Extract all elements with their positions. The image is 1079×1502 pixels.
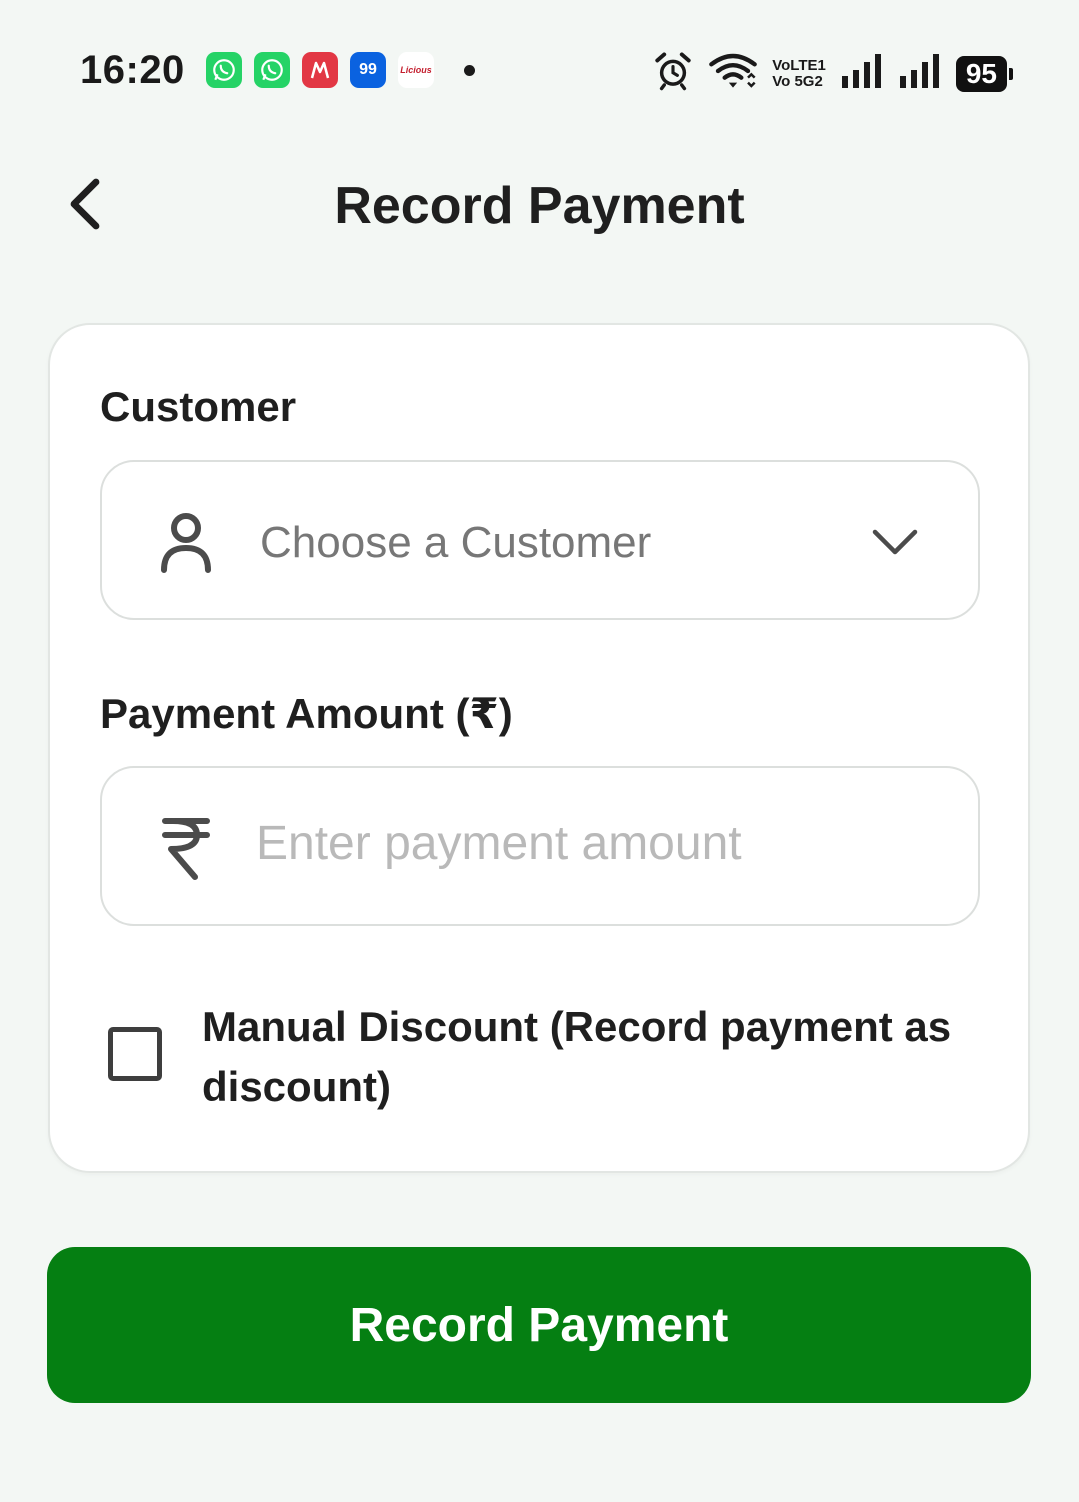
status-bar: 16:20 99 Licious VoLTE1 Vo 5G2 95	[0, 0, 1079, 140]
signal-sim2-icon	[898, 52, 942, 95]
wifi-icon	[708, 51, 758, 96]
record-payment-button[interactable]: Record Payment	[47, 1247, 1031, 1403]
99acres-icon: 99	[350, 52, 386, 88]
whatsapp-business-icon	[254, 52, 290, 88]
system-icons: VoLTE1 Vo 5G2 95	[652, 50, 1014, 97]
payment-form-card: Customer Choose a Customer Payment Amoun…	[48, 323, 1030, 1173]
volte-indicator: VoLTE1 Vo 5G2	[772, 56, 826, 90]
myntra-icon	[302, 52, 338, 88]
whatsapp-icon	[206, 52, 242, 88]
battery-indicator: 95	[955, 55, 1014, 92]
alarm-icon	[652, 50, 694, 97]
chevron-down-icon	[872, 529, 918, 555]
payment-amount-input[interactable]	[256, 816, 936, 871]
signal-sim1-icon	[840, 52, 884, 95]
rupee-icon	[154, 812, 218, 884]
more-notifications-dot	[464, 64, 475, 76]
payment-amount-label: Payment Amount (₹)	[100, 690, 513, 737]
status-time: 16:20	[80, 48, 185, 92]
customer-label: Customer	[100, 383, 297, 430]
manual-discount-label[interactable]: Manual Discount (Record payment as disco…	[202, 997, 992, 1117]
notification-icons: 99 Licious	[206, 52, 475, 88]
person-icon	[154, 506, 218, 578]
payment-amount-field[interactable]	[100, 766, 980, 926]
app-header: Record Payment	[0, 160, 1079, 250]
manual-discount-checkbox[interactable]	[108, 1027, 162, 1081]
customer-select-placeholder: Choose a Customer	[260, 518, 652, 567]
licious-icon: Licious	[398, 52, 434, 88]
page-title: Record Payment	[334, 177, 745, 235]
customer-select[interactable]: Choose a Customer	[100, 460, 980, 620]
